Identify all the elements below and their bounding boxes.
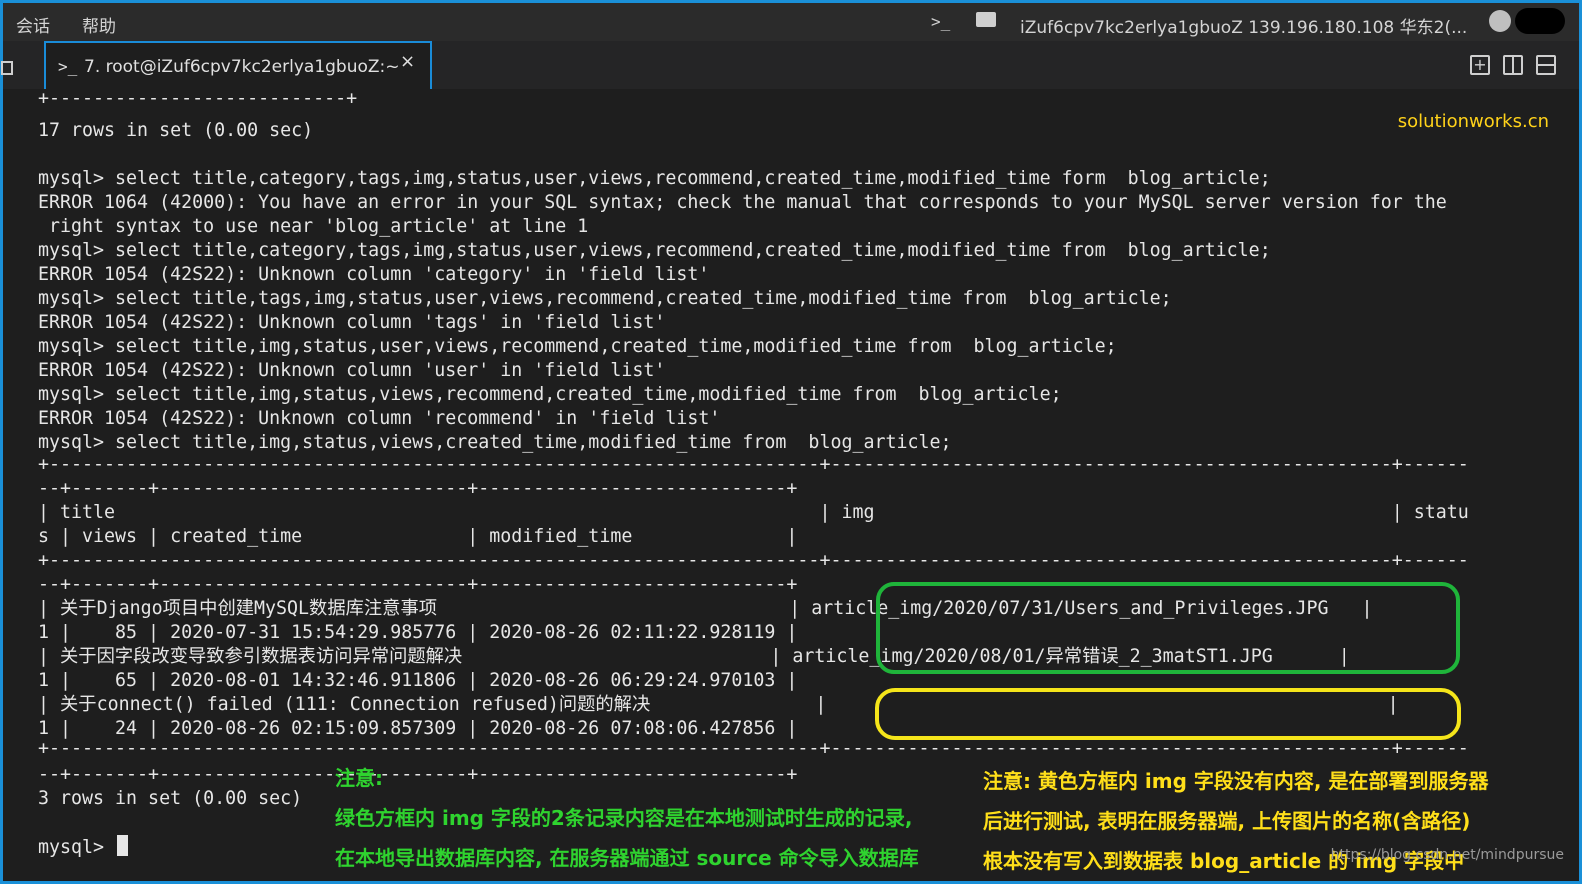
terminal-line: mysql>: [38, 835, 129, 859]
tab-label: 7. root@iZuf6cpv7kc2erlya1gbuoZ:~: [84, 57, 400, 77]
text-cursor: [117, 835, 129, 856]
watermark: solutionworks.cn: [1397, 111, 1549, 132]
menu-help[interactable]: 帮助: [82, 12, 116, 37]
terminal-line: 3 rows in set (0.00 sec): [38, 788, 303, 809]
green-highlight-box: [876, 582, 1460, 674]
terminal-output[interactable]: solutionworks.cn +----------------------…: [3, 89, 1579, 881]
terminal-line: 17 rows in set (0.00 sec): [38, 120, 314, 141]
terminal-line: ERROR 1054 (42S22): Unknown column 'cate…: [38, 264, 710, 285]
note-yellow-line2: 后进行测试, 表明在服务器端, 上传图片的名称(含路径): [983, 809, 1471, 833]
sidebar-toggle-icon[interactable]: [1, 61, 13, 75]
terminal-line: +---------------------------------------…: [38, 738, 1469, 759]
terminal-line: | title | img | statu: [38, 502, 1469, 523]
avatar-redaction: [1515, 8, 1565, 34]
terminal-line: +---------------------------+: [38, 89, 358, 109]
terminal-line: +---------------------------------------…: [38, 550, 1469, 571]
terminal-line: --+-------+----------------------------+…: [38, 764, 798, 785]
avatar-icon[interactable]: [1489, 10, 1511, 32]
yellow-highlight-box: [875, 688, 1461, 740]
menu-session[interactable]: 会话: [16, 12, 50, 37]
folder-icon[interactable]: [976, 12, 996, 27]
menu-bar: 会话 帮助 >_ iZuf6cpv7kc2erlya1gbuoZ 139.196…: [3, 3, 1579, 41]
terminal-line: mysql> select title,img,status,views,cre…: [38, 432, 952, 453]
terminal-line: right syntax to use near 'blog_article' …: [38, 216, 589, 237]
terminal-line: 1 | 85 | 2020-07-31 15:54:29.985776 | 20…: [38, 622, 798, 643]
terminal-line: mysql> select title,category,tags,img,st…: [38, 240, 1271, 261]
note-green-line1: 绿色方框内 img 字段的2条记录内容是在本地测试时生成的记录,: [335, 806, 913, 830]
terminal-line: ERROR 1054 (42S22): Unknown column 'user…: [38, 360, 666, 381]
terminal-icon: >_: [58, 57, 78, 76]
terminal-line: ERROR 1054 (42S22): Unknown column 'tags…: [38, 312, 666, 333]
terminal-line: ERROR 1054 (42S22): Unknown column 'reco…: [38, 408, 721, 429]
terminal-line: mysql> select title,img,status,views,rec…: [38, 384, 1062, 405]
session-info: iZuf6cpv7kc2erlya1gbuoZ 139.196.180.108 …: [1020, 18, 1468, 38]
note-yellow-line1: 注意: 黄色方框内 img 字段没有内容, 是在部署到服务器: [983, 769, 1489, 793]
tab-session-7[interactable]: >_ 7. root@iZuf6cpv7kc2erlya1gbuoZ:~ ×: [44, 41, 432, 89]
terminal-line: 1 | 65 | 2020-08-01 14:32:46.911806 | 20…: [38, 670, 798, 691]
tab-bar: >_ 7. root@iZuf6cpv7kc2erlya1gbuoZ:~ × +: [3, 41, 1579, 89]
terminal-icon[interactable]: >_: [931, 12, 950, 31]
terminal-line: mysql> select title,img,status,user,view…: [38, 336, 1117, 357]
terminal-line: --+-------+----------------------------+…: [38, 574, 798, 595]
split-horizontal-icon[interactable]: [1536, 55, 1556, 75]
split-vertical-icon[interactable]: [1503, 55, 1523, 75]
terminal-line: mysql> select title,category,tags,img,st…: [38, 168, 1271, 189]
csdn-watermark: https://blog.csdn.net/mindpursue: [1330, 847, 1564, 863]
note-green-line2: 在本地导出数据库内容, 在服务器端通过 source 命令导入数据库: [335, 846, 919, 870]
terminal-line: s | views | created_time | modified_time…: [38, 526, 798, 547]
plus-square-icon[interactable]: +: [1470, 55, 1490, 75]
terminal-line: ERROR 1064 (42000): You have an error in…: [38, 192, 1447, 213]
terminal-line: --+-------+----------------------------+…: [38, 478, 798, 499]
note-green-title: 注意:: [335, 766, 383, 790]
terminal-line: +---------------------------------------…: [38, 454, 1469, 475]
terminal-line: mysql> select title,tags,img,status,user…: [38, 288, 1172, 309]
close-icon[interactable]: ×: [400, 51, 415, 72]
